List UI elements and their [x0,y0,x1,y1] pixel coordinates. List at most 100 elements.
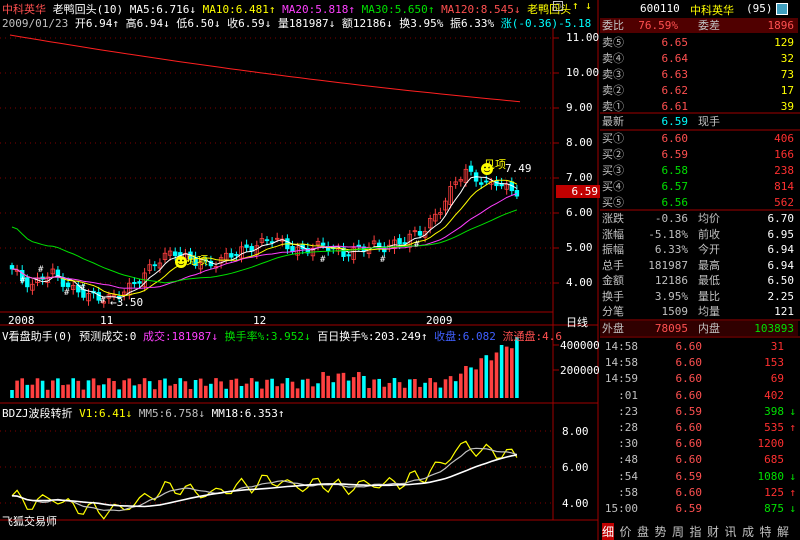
hash-marker: # [414,240,420,250]
stat-label: 振幅 [602,243,624,256]
tick-volume: 402 [764,388,784,402]
tab-1[interactable]: 价 [620,523,632,540]
tick-time: :58 [618,485,638,499]
tick-price: 6.59 [675,469,703,483]
volume-bar [428,378,432,398]
stat-row[interactable]: 涨跌 -0.36 均价 6.70 [600,211,798,226]
neipan-label: 内盘 [698,322,720,335]
tab-3[interactable]: 势 [655,523,667,540]
candle-down [152,264,157,267]
waipan-value: 78095 [654,322,688,335]
tick-volume: 31 [770,340,784,353]
ma120-line [9,34,521,103]
volume-bar [30,384,35,398]
peak-signal-text: 见项 [484,158,506,171]
bar-high: 高6.94 [125,17,164,30]
buy-row[interactable]: 买① 6.60 406 [600,131,798,146]
tab-7[interactable]: 讯 [725,523,737,540]
volume-bar [224,388,228,398]
stat-row[interactable]: 分笔 1509 均量 121 [600,304,798,319]
buy-row[interactable]: 买④ 6.57 814 [600,179,798,194]
buy-row[interactable]: 买③ 6.58 238 [600,163,798,178]
buy-volume: 406 [774,132,794,145]
sell-row[interactable]: 卖④ 6.64 32 [600,51,798,66]
candle-down [484,180,489,183]
minimize-icon[interactable]: ▢ [553,1,563,11]
volume-bar [504,346,509,398]
tab-2[interactable]: 盘 [637,523,649,540]
stat-row[interactable]: 金额 12186 最低 6.50 [600,273,798,288]
volume-bar [392,378,397,398]
tab-5[interactable]: 指 [690,523,702,540]
tick-row[interactable]: :23 6.59 398 ↓ [600,404,798,419]
volume-bar [275,386,279,398]
down-arrow-icon[interactable]: ↓ [585,0,592,12]
tick-row[interactable]: :28 6.60 535 ↑ [600,420,798,435]
tab-6[interactable]: 财 [707,523,719,540]
sell-row[interactable]: 卖② 6.62 17 [600,83,798,98]
weibi-value: 76.59% [638,19,678,32]
buy-level-label: 买② [602,148,624,161]
tab-8[interactable]: 成 [742,523,754,540]
buy-volume: 166 [774,148,794,161]
sell-row[interactable]: 卖③ 6.63 73 [600,67,798,82]
vol-panel-title[interactable]: V看盘助手(0) [2,330,73,343]
quote-header: 600110 中科英华 (95) [600,0,800,18]
sell-row[interactable]: 卖① 6.61 39 [600,99,798,114]
stat-label: 金额 [602,274,624,287]
candle-down [244,244,249,248]
volume-bar [464,366,468,398]
sell-row[interactable]: 卖⑤ 6.65 129 [600,35,798,50]
hash-marker: # [380,255,386,265]
stat-row[interactable]: 总手 181987 最高 6.94 [600,258,798,273]
tick-row[interactable]: :58 6.60 125 ↑ [600,485,798,500]
tick-volume: 153 [764,356,784,370]
buy-row[interactable]: 买② 6.59 166 [600,147,798,162]
tab-9[interactable]: 特 [760,523,772,540]
volume-bar [499,345,504,398]
tick-row[interactable]: 14:59 6.60 69 [600,371,798,386]
stat-row[interactable]: 涨幅 -5.18% 前收 6.95 [600,227,798,242]
quote-num: (95) [746,2,773,15]
ind-tick-6: 6.00 [562,461,589,474]
tick-volume: 125 [764,485,784,499]
volume-bar [316,383,320,398]
last-row[interactable]: 最新 6.59 现手 [600,114,798,129]
tick-row[interactable]: :48 6.60 685 [600,452,798,467]
tick-row[interactable]: :01 6.60 402 [600,388,798,403]
tick-row[interactable]: 14:58 6.60 153 [600,355,798,370]
quote-name: 中科英华 [690,4,734,17]
tick-row[interactable]: :54 6.59 1080 ↓ [600,469,798,484]
time-label-2008: 2008 [8,314,35,327]
ma20-line [11,193,518,289]
volume-bar [234,378,239,398]
weibi-row[interactable]: 委比 76.59% 委差 1896 [600,18,798,33]
waipan-row[interactable]: 外盘 78095 内盘 103893 [600,321,798,336]
bar-date: 2009/01/23 [2,17,69,30]
stat-row[interactable]: 换手 3.95% 量比 2.25 [600,289,798,304]
volume-bar [66,384,70,398]
turnover100-value: 百日换手%:203.249 [317,330,421,343]
tab-0[interactable]: 细 [602,523,615,540]
stat-row[interactable]: 振幅 6.33% 今开 6.94 [600,242,798,257]
buy-row[interactable]: 买⑤ 6.56 562 [600,195,798,210]
bar-volume: 量181987 [277,17,329,30]
volume-bar [163,378,167,398]
tick-row[interactable]: 14:58 6.60 31 [600,339,798,354]
price-tick-label: 4.00 [566,276,593,289]
bar-amount: 额12186 [341,17,386,30]
tick-row[interactable]: :30 6.60 1200 [600,436,798,451]
window-icon[interactable] [776,3,788,15]
volume-bar [326,375,330,398]
tab-4[interactable]: 周 [672,523,684,540]
price-tick-label: 9.00 [566,101,593,114]
tab-10[interactable]: 解 [777,523,789,540]
stat-label2: 前收 [698,227,720,241]
tick-row[interactable]: 15:00 6.59 875 ↓ [600,501,798,516]
ind-title[interactable]: BDZJ波段转折 [2,407,73,420]
volume-bar [295,388,300,398]
stat-label: 换手 [602,289,624,303]
volume-bar [331,382,336,398]
up-arrow-icon[interactable]: ↑ [572,0,579,12]
sell-price: 6.62 [661,84,689,97]
